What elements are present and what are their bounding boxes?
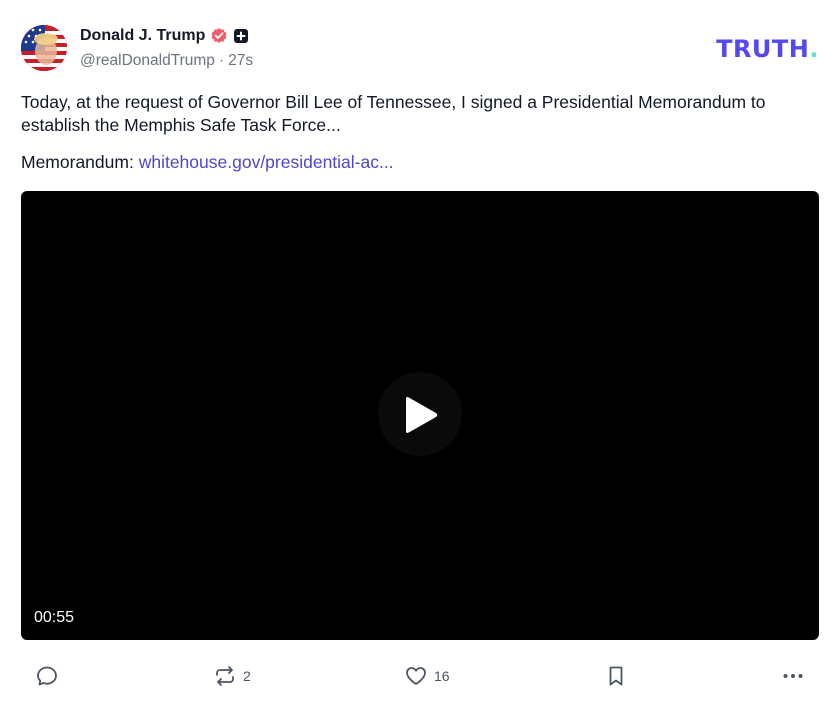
verified-badge-icon: [210, 27, 228, 45]
repost-button[interactable]: 2: [213, 656, 251, 696]
repost-icon: [216, 666, 234, 686]
post-header: Donald J. Trump @realDonaldTrump · 27s TRU…: [21, 24, 821, 74]
truth-logo[interactable]: TRUTH.: [716, 35, 819, 63]
video-player[interactable]: 00:55: [21, 191, 819, 640]
heart-icon: [406, 667, 426, 685]
memo-link[interactable]: whitehouse.gov/presidential-ac...: [139, 152, 394, 172]
author-meta: @realDonaldTrump · 27s: [80, 52, 253, 70]
more-icon: [783, 674, 803, 678]
bookmark-button[interactable]: [604, 656, 628, 696]
reply-button[interactable]: [35, 656, 59, 696]
plus-badge-icon: [233, 28, 249, 44]
post-text: Today, at the request of Governor Bill L…: [21, 92, 766, 135]
reply-icon: [37, 666, 57, 686]
action-bar: 2 16: [0, 656, 840, 696]
truth-post: Donald J. Trump @realDonaldTrump · 27s TRU…: [0, 0, 840, 719]
avatar[interactable]: [21, 25, 67, 71]
play-button[interactable]: [378, 372, 462, 456]
logo-dot: .: [809, 35, 819, 63]
play-icon: [406, 397, 438, 433]
author-handle[interactable]: @realDonaldTrump: [80, 52, 215, 69]
logo-text: TRUTH: [716, 35, 810, 63]
more-button[interactable]: [781, 656, 805, 696]
memo-row: Memorandum: whitehouse.gov/presidential-…: [21, 151, 394, 174]
meta-separator: ·: [218, 52, 225, 69]
repost-count: 2: [243, 668, 251, 684]
author-display-name[interactable]: Donald J. Trump: [80, 27, 205, 45]
bookmark-icon: [609, 666, 623, 686]
memo-label: Memorandum:: [21, 152, 134, 172]
author-name-row: Donald J. Trump: [80, 26, 249, 46]
post-timestamp[interactable]: 27s: [228, 52, 253, 69]
video-duration: 00:55: [34, 609, 75, 626]
like-count: 16: [434, 668, 450, 684]
like-button[interactable]: 16: [404, 656, 450, 696]
